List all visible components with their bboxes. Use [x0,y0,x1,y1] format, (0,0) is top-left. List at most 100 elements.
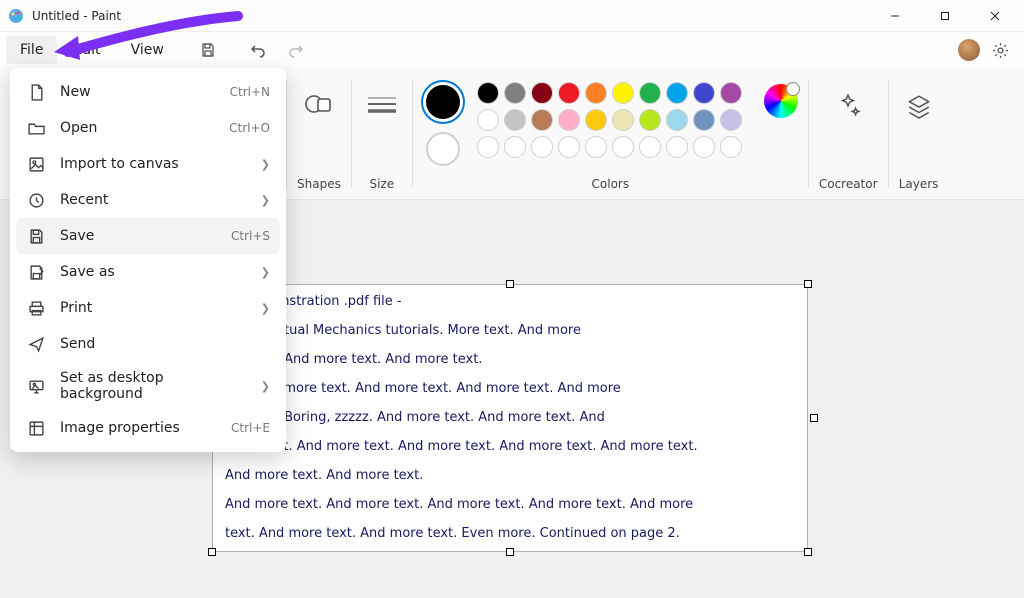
color-swatch-empty[interactable] [504,136,526,158]
file-menu-new[interactable]: NewCtrl+N [16,74,280,110]
color-swatch-empty[interactable] [639,136,661,158]
menu-accelerator: Ctrl+N [230,85,270,99]
menu-item-label: Recent [60,192,247,208]
file-menu-open[interactable]: Open Ctrl+O [16,110,280,146]
send-icon [26,334,46,354]
color-swatch[interactable] [666,82,688,104]
color-swatch[interactable] [558,82,580,104]
ribbon-layers-group[interactable]: Layers [889,68,949,199]
primary-color-swatch[interactable] [423,82,463,122]
menu-accelerator: Ctrl+O [229,121,270,135]
color-swatch[interactable] [720,82,742,104]
color-swatch[interactable] [477,82,499,104]
canvas-text-line: And more text. And more text. And more t… [225,498,795,511]
color-picker-button[interactable] [764,84,798,118]
menu-item-label: Image properties [60,420,217,436]
color-swatch[interactable] [612,109,634,131]
color-swatch[interactable] [531,82,553,104]
file-menu-saveas[interactable]: Save as ❯ [16,254,280,290]
color-swatch[interactable] [585,109,607,131]
redo-button[interactable] [278,34,314,66]
recent-icon [26,190,46,210]
chevron-right-icon: ❯ [261,194,270,207]
selection-handle[interactable] [804,548,812,556]
menu-accelerator: Ctrl+E [231,421,270,435]
selection-handle[interactable] [506,280,514,288]
size-label: Size [370,177,395,195]
canvas[interactable]: all demonstration .pdf file -in the Virt… [212,284,808,552]
ribbon-shapes-group[interactable]: Shapes [287,68,351,199]
color-swatch[interactable] [639,82,661,104]
image-props-icon [26,418,46,438]
file-menu-save[interactable]: Save Ctrl+S [16,218,280,254]
color-swatch[interactable] [558,109,580,131]
canvas-text-line: And more text. And more text. [225,469,795,482]
chevron-right-icon: ❯ [261,266,270,279]
selection-handle[interactable] [810,414,818,422]
menu-item-label: Send [60,336,270,352]
save-icon [26,226,46,246]
color-palette [477,82,742,158]
menu-item-label: Print [60,300,247,316]
cocreator-icon [828,86,868,126]
chevron-right-icon: ❯ [261,380,270,393]
chevron-right-icon: ❯ [261,158,270,171]
ribbon-colors-group: Colors [413,68,808,199]
ribbon-size-group[interactable]: Size [352,68,412,199]
file-menu-print[interactable]: Print❯ [16,290,280,326]
color-swatch-empty[interactable] [558,136,580,158]
ribbon-cocreator-group[interactable]: Cocreator [809,68,888,199]
menu-item-label: Save [60,228,217,244]
color-swatch[interactable] [504,82,526,104]
file-menu-props[interactable]: Image properties Ctrl+E [16,410,280,446]
minimize-button[interactable] [874,2,916,30]
color-swatch-empty[interactable] [693,136,715,158]
selection-handle[interactable] [506,548,514,556]
color-swatch[interactable] [666,109,688,131]
shapes-label: Shapes [297,177,341,195]
color-swatch[interactable] [720,109,742,131]
annotation-arrow [48,8,248,68]
color-swatch-empty[interactable] [531,136,553,158]
maximize-button[interactable] [924,2,966,30]
file-menu-import[interactable]: Import to canvas❯ [16,146,280,182]
canvas-text-line: ore text. And more text. And more text. [225,353,795,366]
menu-accelerator: Ctrl+S [231,229,270,243]
selection-handle[interactable] [804,280,812,288]
menu-item-label: Set as desktop background [60,370,247,402]
user-avatar[interactable] [958,39,980,61]
close-button[interactable] [974,2,1016,30]
secondary-color-swatch[interactable] [426,132,460,166]
canvas-text-line: text. And more text. And more text. Even… [225,527,795,540]
file-menu-setbg[interactable]: Set as desktop background ❯ [16,362,280,410]
color-swatch-empty[interactable] [666,136,688,158]
menu-item-label: Save as [60,264,247,280]
color-swatch[interactable] [639,109,661,131]
color-swatch[interactable] [531,109,553,131]
color-swatch[interactable] [612,82,634,104]
folder-open-icon [26,118,46,138]
file-menu-recent[interactable]: Recent ❯ [16,182,280,218]
canvas-text-line: ore text. Boring, zzzzz. And more text. … [225,411,795,424]
size-icon [362,86,402,126]
color-swatch[interactable] [585,82,607,104]
colors-label: Colors [592,177,630,195]
color-swatch-empty[interactable] [720,136,742,158]
color-swatch[interactable] [504,109,526,131]
color-swatch[interactable] [693,82,715,104]
color-swatch[interactable] [477,109,499,131]
selection-handle[interactable] [208,548,216,556]
menu-item-label: Open [60,120,215,136]
paint-app-icon [8,8,24,24]
settings-button[interactable] [982,34,1018,66]
desktop-bg-icon [26,376,46,396]
canvas-text-line: more text. And more text. And more text.… [225,440,795,453]
color-swatch-empty[interactable] [585,136,607,158]
color-swatch-empty[interactable] [612,136,634,158]
import-icon [26,154,46,174]
color-swatch[interactable] [693,109,715,131]
file-new-icon [26,82,46,102]
color-swatch-empty[interactable] [477,136,499,158]
file-menu-send[interactable]: Send [16,326,280,362]
print-icon [26,298,46,318]
